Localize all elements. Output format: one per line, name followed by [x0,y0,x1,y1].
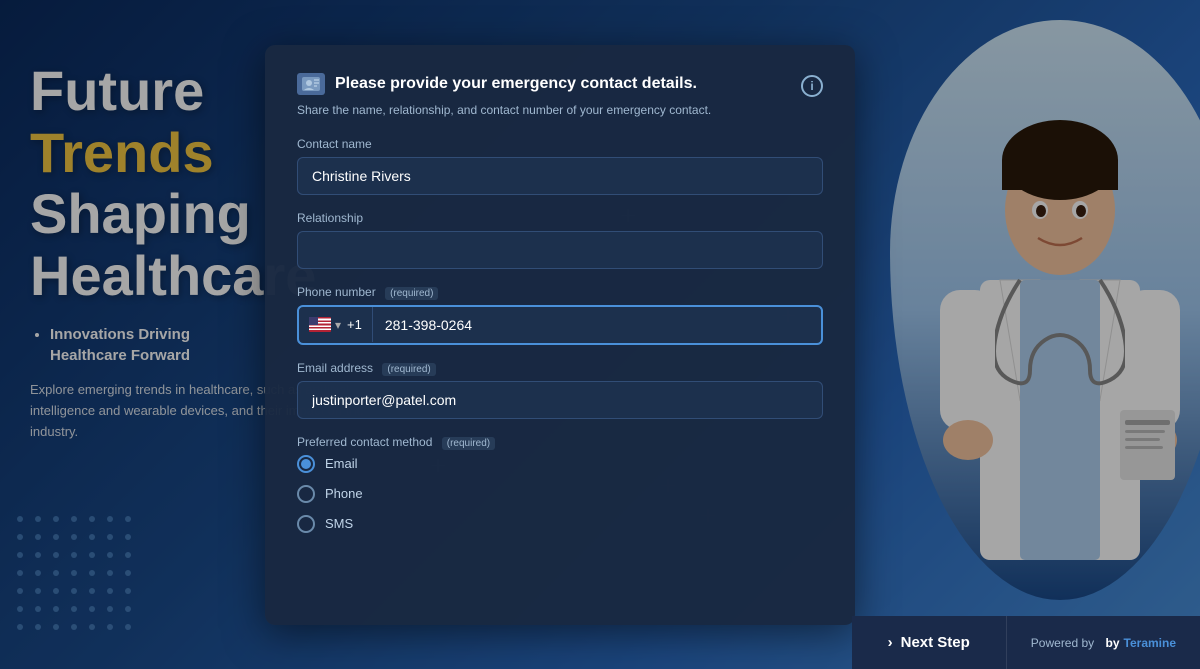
modal-title-row: Please provide your emergency contact de… [297,73,697,95]
brand-name: Teramine [1124,636,1176,650]
email-input[interactable] [297,381,823,419]
email-label: Email address (required) [297,361,823,375]
phone-label: Phone number (required) [297,285,823,299]
modal-subtitle: Share the name, relationship, and contac… [297,103,823,117]
next-step-label: Next Step [901,634,970,651]
radio-phone-outer [297,485,315,503]
contact-name-input[interactable] [297,157,823,195]
radio-email-label: Email [325,456,358,471]
relationship-group: Relationship [297,211,823,269]
contact-name-label: Contact name [297,137,823,151]
radio-phone-label: Phone [325,486,363,501]
flag-dropdown-arrow: ▾ [335,318,341,332]
phone-group: Phone number (required) ▾ +1 [297,285,823,345]
contact-name-group: Contact name [297,137,823,195]
relationship-label: Relationship [297,211,823,225]
radio-group: Email Phone SMS [297,455,823,533]
next-step-arrow: › [888,634,893,651]
modal-header: Please provide your emergency contact de… [297,73,823,97]
radio-email[interactable]: Email [297,455,823,473]
contact-card-icon [297,73,325,95]
radio-sms[interactable]: SMS [297,515,823,533]
phone-required-badge: (required) [385,287,438,300]
radio-email-inner [301,459,311,469]
powered-by-label: Powered by [1031,636,1094,650]
modal: Please provide your emergency contact de… [265,45,855,625]
phone-input-row: ▾ +1 [297,305,823,345]
brand-powered: by [1106,636,1120,650]
phone-number-input[interactable] [373,307,821,343]
radio-phone[interactable]: Phone [297,485,823,503]
phone-flag[interactable]: ▾ +1 [299,307,373,342]
radio-email-outer [297,455,315,473]
radio-sms-outer [297,515,315,533]
preferred-method-label: Preferred contact method (required) [297,435,823,449]
bottom-bar: › Next Step Powered by by Teramine [852,616,1200,669]
flag-us-icon [309,317,331,332]
modal-title: Please provide your emergency contact de… [335,75,697,93]
email-group: Email address (required) [297,361,823,419]
next-step-button[interactable]: › Next Step [852,616,1006,669]
preferred-method-group: Preferred contact method (required) Emai… [297,435,823,533]
radio-sms-label: SMS [325,516,353,531]
modal-overlay: Please provide your emergency contact de… [0,0,1200,669]
relationship-input[interactable] [297,231,823,269]
phone-country-code: +1 [345,317,362,332]
info-icon[interactable]: i [801,75,823,97]
preferred-method-required-badge: (required) [442,437,495,450]
powered-by: Powered by by Teramine [1006,616,1200,669]
email-required-badge: (required) [382,363,435,376]
